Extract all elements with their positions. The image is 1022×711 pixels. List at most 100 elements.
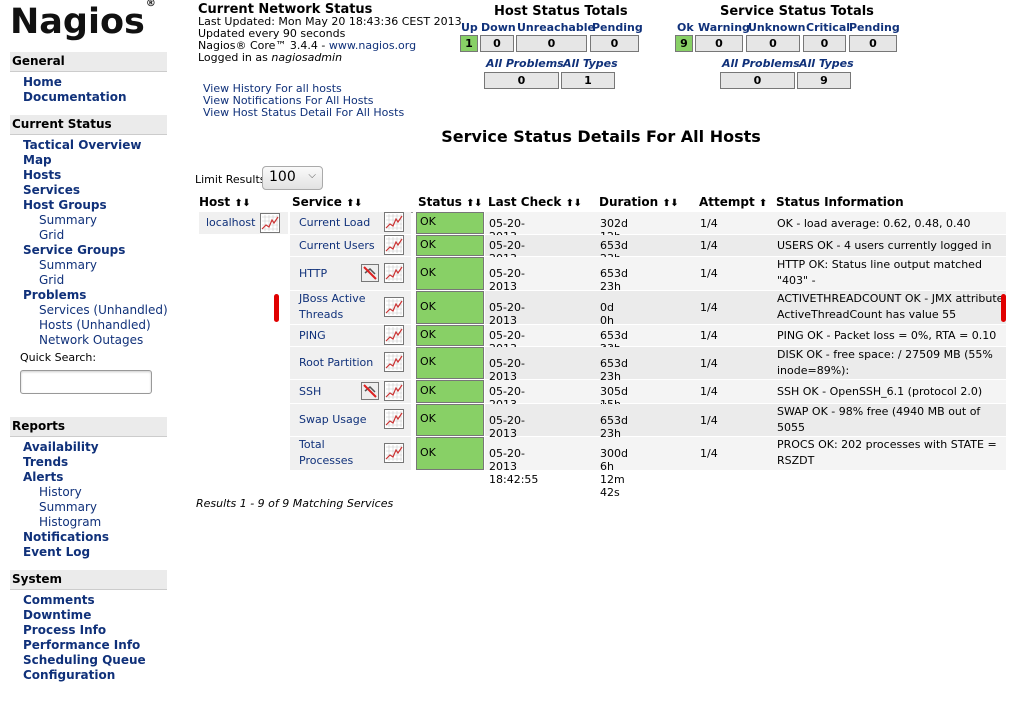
host_totals-header-up[interactable]: Up bbox=[461, 21, 478, 34]
nav-link-notifications[interactable]: Notifications bbox=[23, 530, 109, 544]
sort-descending-icon[interactable]: ⬇ bbox=[472, 198, 482, 209]
nav-link-event-log[interactable]: Event Log bbox=[23, 545, 90, 559]
nav-link-availability[interactable]: Availability bbox=[23, 440, 99, 454]
host_totals-sub-header-0[interactable]: All Problems bbox=[486, 57, 564, 70]
service_totals-sub-header-1[interactable]: All Types bbox=[799, 57, 854, 70]
limit-results-select[interactable]: 100 ⌵ bbox=[262, 166, 323, 190]
graph-icon[interactable] bbox=[384, 409, 404, 429]
service_totals-sub-count-1[interactable]: 9 bbox=[797, 72, 851, 89]
column-header-attempt: Attempt ⬆ ⬇ bbox=[699, 195, 773, 223]
nav-link-home[interactable]: Home bbox=[23, 75, 62, 89]
service-link[interactable]: JBoss Active Threads bbox=[299, 291, 366, 323]
host_totals-sub-header-1[interactable]: All Types bbox=[563, 57, 618, 70]
nav-link-summary[interactable]: Summary bbox=[39, 213, 97, 227]
service_totals-count-warning[interactable]: 0 bbox=[695, 35, 743, 52]
nav-link-unhandled[interactable]: Unhandled bbox=[81, 318, 146, 332]
host_totals-sub-count-1[interactable]: 1 bbox=[561, 72, 615, 89]
column-header-host: Host ⬆ ⬇ bbox=[199, 195, 287, 213]
nav-link-downtime[interactable]: Downtime bbox=[23, 608, 91, 622]
host_totals-count-unreachable[interactable]: 0 bbox=[516, 35, 587, 52]
sort-descending-icon[interactable]: ⬇ bbox=[669, 198, 678, 209]
nav-link-services[interactable]: Services bbox=[23, 183, 80, 197]
sort-ascending-icon[interactable]: ⬆ bbox=[759, 198, 768, 209]
host_totals-count-pending[interactable]: 0 bbox=[590, 35, 639, 52]
nav-link-grid[interactable]: Grid bbox=[39, 228, 64, 242]
nav-link-hosts[interactable]: Hosts bbox=[23, 168, 61, 182]
nav-link-grid[interactable]: Grid bbox=[39, 273, 64, 287]
service_totals-header-pending[interactable]: Pending bbox=[849, 21, 900, 34]
column-header-label: Status bbox=[418, 195, 462, 209]
nav-link-hosts[interactable]: Hosts (Unhandled) bbox=[39, 318, 151, 332]
host_totals-sub-count-0[interactable]: 0 bbox=[484, 72, 559, 89]
status-badge: OK bbox=[416, 235, 484, 256]
nagios-logo[interactable]: Nagios® bbox=[10, 0, 156, 42]
nav-link-configuration[interactable]: Configuration bbox=[23, 668, 115, 682]
service-link[interactable]: Total Processes bbox=[299, 437, 353, 469]
service_totals-count-pending[interactable]: 0 bbox=[849, 35, 897, 52]
nav-section-system: System bbox=[10, 570, 167, 590]
graph-icon[interactable] bbox=[384, 380, 404, 401]
service_totals-count-unknown[interactable]: 0 bbox=[746, 35, 800, 52]
graph-icon[interactable] bbox=[384, 234, 404, 255]
service-link[interactable]: Root Partition bbox=[299, 355, 373, 371]
service_totals-sub-count-0[interactable]: 0 bbox=[720, 72, 795, 89]
nav-link-performance-info[interactable]: Performance Info bbox=[23, 638, 140, 652]
nav-link-histogram[interactable]: Histogram bbox=[39, 515, 101, 529]
quick-search-input[interactable] bbox=[20, 370, 152, 394]
host_totals-count-down[interactable]: 0 bbox=[480, 35, 514, 52]
service-link[interactable]: Swap Usage bbox=[299, 412, 366, 428]
host_totals-header-down[interactable]: Down bbox=[481, 21, 516, 34]
service-link[interactable]: Current Users bbox=[299, 238, 375, 254]
service-link[interactable]: PING bbox=[299, 328, 326, 344]
service_totals-header-critical[interactable]: Critical bbox=[806, 21, 850, 34]
graph-icon[interactable] bbox=[260, 213, 280, 233]
nav-link-unhandled[interactable]: Unhandled bbox=[98, 303, 163, 317]
host_totals-header-unreachable[interactable]: Unreachable bbox=[517, 21, 595, 34]
service_totals-header-warning[interactable]: Warning bbox=[698, 21, 750, 34]
view-host-status-link[interactable]: View Host Status Detail For All Hosts bbox=[203, 107, 404, 119]
graph-icon[interactable] bbox=[384, 324, 404, 345]
nav-link-alerts[interactable]: Alerts bbox=[23, 470, 63, 484]
host_totals-count-up[interactable]: 1 bbox=[460, 35, 478, 52]
graph-icon[interactable] bbox=[384, 352, 404, 372]
service_totals-sub-header-0[interactable]: All Problems bbox=[722, 57, 800, 70]
sort-descending-icon[interactable]: ⬇ bbox=[352, 198, 362, 209]
nav-link-summary[interactable]: Summary bbox=[39, 258, 97, 272]
nav-link-network-outages[interactable]: Network Outages bbox=[39, 333, 143, 347]
nav-link-label: Services bbox=[39, 303, 90, 317]
service_totals-count-ok[interactable]: 9 bbox=[675, 35, 693, 52]
nav-link-documentation[interactable]: Documentation bbox=[23, 90, 127, 104]
nav-link-comments[interactable]: Comments bbox=[23, 593, 95, 607]
status-badge: OK bbox=[416, 437, 484, 470]
nav-link-host-groups[interactable]: Host Groups bbox=[23, 198, 107, 212]
service-link[interactable]: HTTP bbox=[299, 266, 327, 282]
graph-icon[interactable] bbox=[384, 212, 404, 232]
host_totals-header-pending[interactable]: Pending bbox=[592, 21, 643, 34]
column-header-status-information: Status Information bbox=[776, 195, 1006, 213]
nav-link-map[interactable]: Map bbox=[23, 153, 52, 167]
attempt: 1/4 bbox=[700, 301, 718, 314]
service-cell: Current Users bbox=[290, 234, 411, 256]
nav-link-services[interactable]: Services (Unhandled) bbox=[39, 303, 168, 317]
service_totals-header-ok[interactable]: Ok bbox=[677, 21, 694, 34]
nav-link-trends[interactable]: Trends bbox=[23, 455, 68, 469]
graph-icon[interactable] bbox=[384, 262, 404, 283]
graph-icon[interactable] bbox=[384, 296, 404, 317]
nav-link-problems[interactable]: Problems bbox=[23, 288, 86, 302]
status-info-line: DISK OK - free space: / 27509 MB (55% bbox=[777, 348, 993, 361]
nav-link-service-groups[interactable]: Service Groups bbox=[23, 243, 125, 257]
attempt: 1/4 bbox=[700, 239, 718, 252]
service-link[interactable]: SSH bbox=[299, 384, 321, 400]
service-link[interactable]: Current Load bbox=[299, 215, 370, 231]
nav-link-process-info[interactable]: Process Info bbox=[23, 623, 106, 637]
host-link[interactable]: localhost bbox=[206, 216, 255, 229]
sort-descending-icon[interactable]: ⬇ bbox=[241, 198, 250, 209]
graph-icon[interactable] bbox=[384, 442, 404, 463]
service_totals-count-critical[interactable]: 0 bbox=[803, 35, 846, 52]
nav-link-summary[interactable]: Summary bbox=[39, 500, 97, 514]
status-badge: OK bbox=[416, 380, 484, 403]
nav-link-history[interactable]: History bbox=[39, 485, 82, 499]
nav-link-scheduling-queue[interactable]: Scheduling Queue bbox=[23, 653, 146, 667]
sort-descending-icon[interactable]: ⬇ bbox=[572, 198, 581, 209]
service_totals-header-unknown[interactable]: Unknown bbox=[748, 21, 805, 34]
